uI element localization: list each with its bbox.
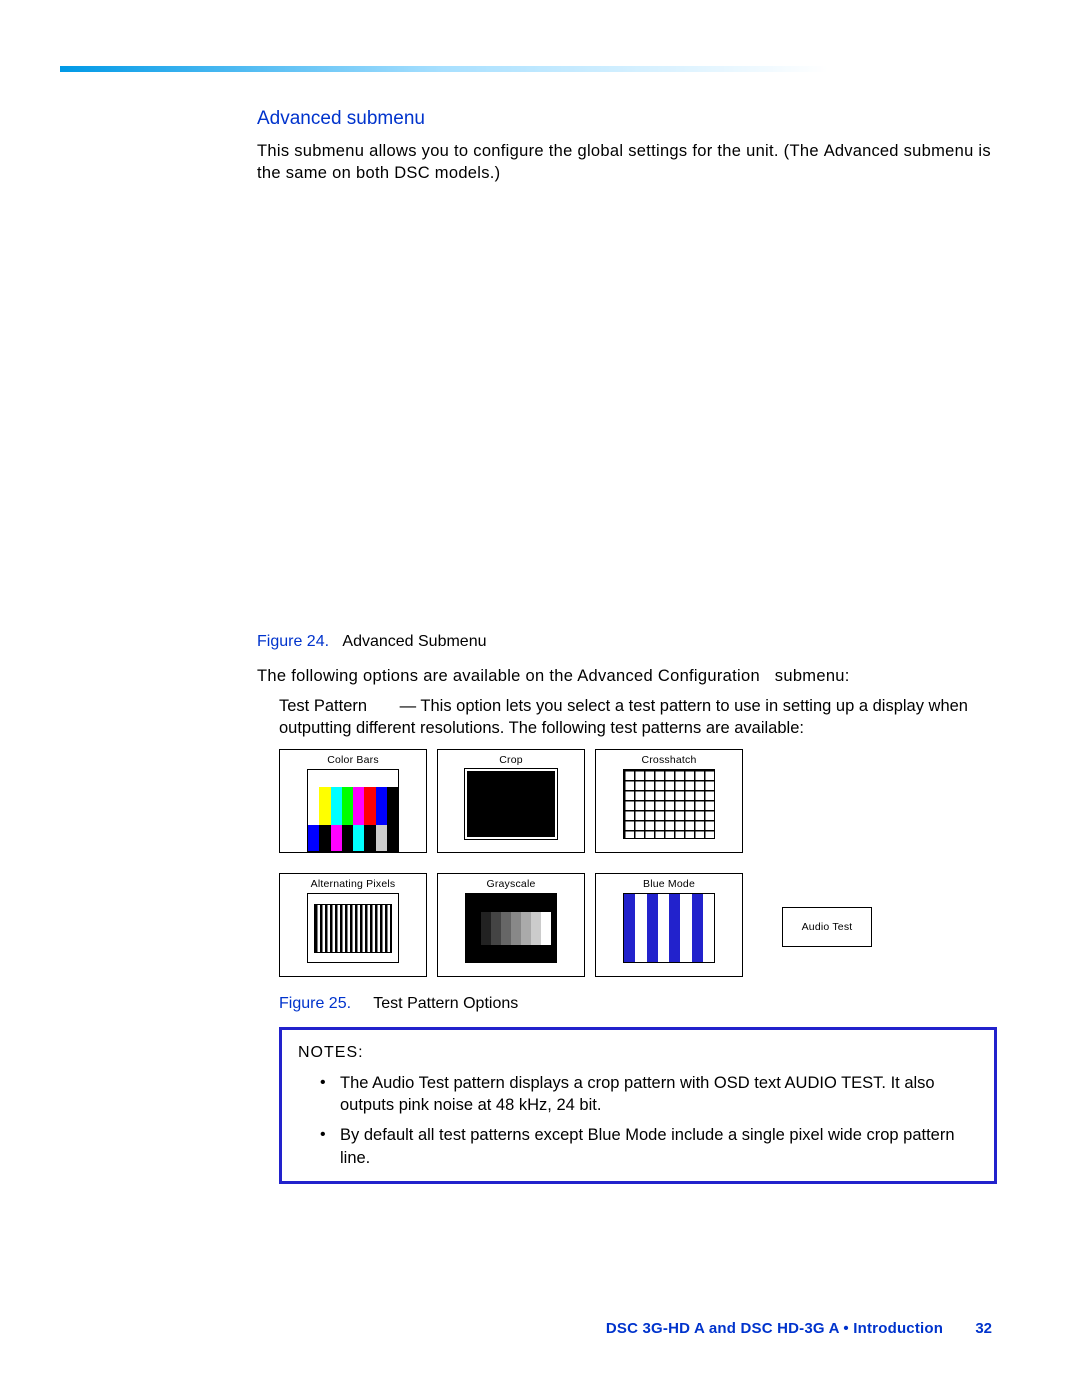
- pattern-card-audio-wrap: Audio Test: [753, 873, 901, 977]
- figure-25-caption: Figure 25. Test Pattern Options: [279, 995, 997, 1013]
- pattern-canvas-blue-mode: [623, 893, 715, 963]
- page-footer: DSC 3G-HD A and DSC HD-3G A • Introducti…: [606, 1320, 992, 1337]
- section-heading: Advanced submenu: [257, 108, 997, 130]
- note1-code: AUDIO TEST: [785, 1074, 882, 1092]
- note-item-2: By default all test patterns except Blue…: [298, 1124, 978, 1169]
- notes-box: NOTES: The Audio Test pattern displays a…: [279, 1027, 997, 1184]
- pattern-card-audio-test: Audio Test: [782, 907, 872, 947]
- header-gradient-bar: [60, 66, 1020, 72]
- test-pattern-grid: Color Bars Crop Crosshatch Alternating P…: [279, 749, 997, 977]
- pattern-label-blue-mode: Blue Mode: [643, 878, 695, 890]
- pattern-canvas-crosshatch: [623, 769, 715, 839]
- pattern-canvas-alt-pixels: [307, 893, 399, 963]
- pattern-card-color-bars: Color Bars: [279, 749, 427, 853]
- options-intro-2: submenu:: [770, 667, 850, 685]
- note1-a: The Audio Test pattern displays a crop p…: [340, 1074, 785, 1092]
- figure-24-text: Advanced Submenu: [342, 633, 486, 650]
- pattern-label-crop: Crop: [499, 754, 523, 766]
- pattern-card-crosshatch: Crosshatch: [595, 749, 743, 853]
- pattern-card-grayscale: Grayscale: [437, 873, 585, 977]
- figure-25-label: Figure 25.: [279, 995, 351, 1012]
- figure-25-text: Test Pattern Options: [373, 995, 518, 1012]
- pattern-label-color-bars: Color Bars: [327, 754, 379, 766]
- figure-24-placeholder: [257, 193, 997, 623]
- options-intro: The following options are available on t…: [257, 665, 997, 687]
- intro-code: Advanced: [824, 142, 899, 160]
- figure-24-label: Figure 24.: [257, 633, 329, 650]
- footer-doc-title: DSC 3G-HD A and DSC HD-3G A • Introducti…: [606, 1320, 943, 1337]
- pattern-label-crosshatch: Crosshatch: [641, 754, 696, 766]
- pattern-card-blue-mode: Blue Mode: [595, 873, 743, 977]
- pattern-card-alt-pixels: Alternating Pixels: [279, 873, 427, 977]
- intro-paragraph: This submenu allows you to configure the…: [257, 140, 997, 185]
- option-name-test-pattern: Test Pattern: [279, 697, 367, 715]
- options-intro-menu: Advanced Configuration: [577, 667, 760, 685]
- notes-heading: NOTES:: [298, 1042, 978, 1064]
- note-item-1: The Audio Test pattern displays a crop p…: [298, 1072, 978, 1117]
- pattern-label-grayscale: Grayscale: [486, 878, 535, 890]
- footer-page-number: 32: [975, 1320, 992, 1337]
- page-content: Advanced submenu This submenu allows you…: [257, 108, 997, 1184]
- options-intro-1: The following options are available on t…: [257, 667, 577, 685]
- pattern-canvas-color-bars: [307, 769, 399, 852]
- pattern-label-alt-pixels: Alternating Pixels: [311, 878, 396, 890]
- pattern-card-crop: Crop: [437, 749, 585, 853]
- pattern-label-audio-test: Audio Test: [802, 921, 853, 933]
- intro-text-1: This submenu allows you to configure the…: [257, 142, 824, 160]
- test-pattern-option: Test Pattern — This option lets you sele…: [279, 695, 997, 740]
- pattern-canvas-grayscale: [465, 893, 557, 963]
- option-desc-test-pattern: — This option lets you select a test pat…: [279, 697, 968, 737]
- pattern-canvas-crop: [465, 769, 557, 839]
- figure-24-caption: Figure 24. Advanced Submenu: [257, 633, 997, 651]
